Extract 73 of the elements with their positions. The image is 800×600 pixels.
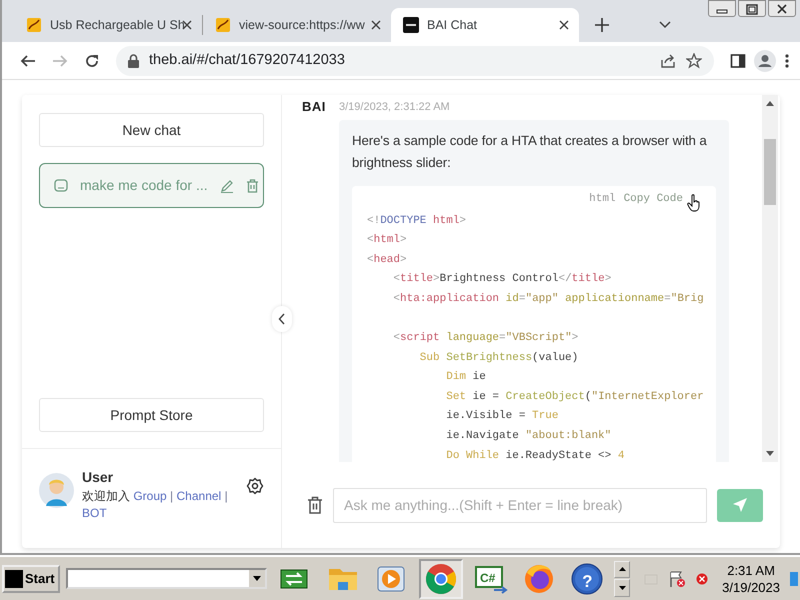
new-tab-icon[interactable]: [595, 18, 609, 32]
maximize-icon[interactable]: [744, 2, 760, 14]
prompt-store-button[interactable]: Prompt Store: [39, 398, 264, 432]
code-line: Sub SetBrightness(value): [418, 350, 580, 366]
browser-tab[interactable]: BAI Chat: [391, 8, 579, 42]
close-icon[interactable]: [371, 20, 381, 30]
message-time: 3/19/2023, 2:31:22 AM: [339, 100, 450, 114]
code-line: Set ie = CreateObject("InternetExplorer: [445, 390, 701, 405]
start-button[interactable]: Start: [2, 564, 60, 592]
error-icon[interactable]: [696, 572, 708, 584]
separator: |: [224, 489, 228, 503]
code-line: ie.Navigate "about:blank": [445, 429, 612, 444]
code-line: <script language="VBScript">: [392, 331, 580, 346]
separator: |: [170, 489, 174, 503]
hand-cursor-icon: [687, 194, 701, 212]
favicon-icon: [26, 17, 42, 33]
up-arrow-icon[interactable]: [618, 567, 626, 572]
icon-label: ?: [582, 570, 593, 592]
scroll-thumb[interactable]: [764, 139, 776, 205]
clock-time: 2:31 AM: [726, 562, 776, 578]
sender-logo: BAI: [302, 98, 327, 116]
link[interactable]: Channel: [176, 489, 222, 503]
user-name: User: [82, 468, 114, 487]
link[interactable]: Group: [133, 489, 167, 503]
scroll-down-icon[interactable]: [766, 451, 774, 456]
edit-icon[interactable]: [220, 178, 234, 192]
lock-icon: [128, 54, 139, 68]
link[interactable]: BOT: [82, 506, 107, 520]
code-language: html: [589, 192, 616, 208]
scroll-up-icon[interactable]: [766, 101, 774, 106]
code-line: <!DOCTYPE html>: [367, 214, 468, 228]
menu-icon[interactable]: [784, 52, 790, 68]
taskbar-button[interactable]: ?: [566, 558, 608, 598]
avatar: [39, 473, 74, 508]
reload-icon[interactable]: [84, 52, 100, 68]
clock-date: 3/19/2023: [722, 578, 780, 596]
back-arrow-icon[interactable]: [20, 52, 36, 68]
favicon-icon: [215, 17, 231, 33]
trash-icon[interactable]: [307, 496, 323, 514]
code-line: <head>: [367, 252, 408, 268]
favicon-icon: [403, 17, 419, 33]
code-line: <html>: [367, 233, 408, 248]
message-input[interactable]: Ask me anything...(Shift + Enter = line break): [333, 488, 707, 522]
profile-icon[interactable]: [754, 50, 776, 72]
share-icon[interactable]: [660, 52, 676, 68]
scroll-spinner[interactable]: [614, 560, 630, 596]
chat-icon: [54, 178, 68, 192]
icon-label: C#: [480, 570, 496, 586]
collapse-button[interactable]: [272, 306, 292, 332]
code-line: ie.Visible = True: [445, 409, 560, 424]
message-text: Here's a sample code for a HTA that creates a browser with a brightness slider:: [352, 132, 708, 172]
address-bar[interactable]: theb.ai/#/chat/1679207412033: [116, 46, 714, 76]
welcome-text: 欢迎加入: [82, 489, 130, 503]
code-line: <hta:application id="app" applicationname="Brig: [392, 292, 701, 307]
network-warning-icon[interactable]: [668, 570, 686, 588]
side-panel-icon[interactable]: [730, 52, 746, 68]
down-arrow-icon[interactable]: [618, 586, 626, 590]
star-icon[interactable]: [686, 52, 702, 68]
taskbar-button[interactable]: C#: [468, 558, 512, 598]
browser-tab[interactable]: view-source:https://ww: [203, 8, 391, 42]
settings-icon[interactable]: [246, 477, 264, 495]
code-line: Do While ie.ReadyState <> 4: [445, 448, 626, 462]
close-icon[interactable]: [559, 20, 569, 30]
chevron-left-icon[interactable]: [278, 313, 286, 325]
code-line: Dim ie: [445, 370, 487, 386]
close-icon[interactable]: [182, 20, 192, 30]
chevron-down-icon[interactable]: [659, 21, 671, 29]
dropdown-arrow-icon[interactable]: [252, 576, 261, 581]
code-line: <title>Brightness Control</title>: [392, 272, 612, 288]
scrollbar[interactable]: [762, 95, 778, 462]
taskbar-button[interactable]: [418, 558, 463, 598]
new-chat-button[interactable]: New chat: [39, 113, 264, 147]
browser-tab[interactable]: Usb Rechargeable U Sh: [14, 8, 202, 42]
